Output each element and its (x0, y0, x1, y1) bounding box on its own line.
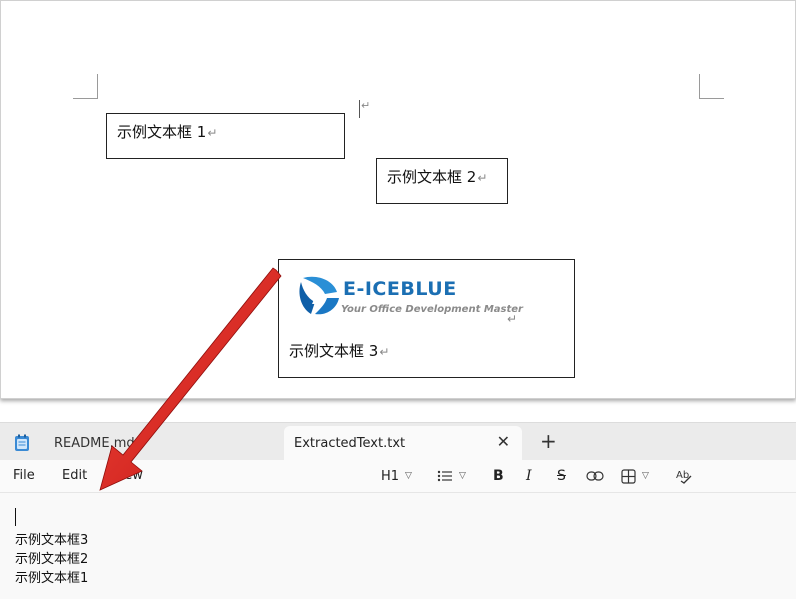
menu-bar: File Edit View H1 ▽ ▽ B I S ▽ Ab (0, 460, 796, 492)
tab-extracted-text[interactable]: ExtractedText.txt ✕ (284, 426, 522, 461)
heading-label: H1 (381, 468, 400, 484)
table-dropdown[interactable]: ▽ (621, 466, 649, 486)
chevron-down-icon: ▽ (642, 471, 649, 481)
paragraph-mark: ↵ (207, 126, 218, 140)
heading-dropdown[interactable]: H1 ▽ (381, 466, 412, 486)
tab-bar: README.md ExtractedText.txt ✕ + (0, 422, 796, 461)
e-iceblue-logo-icon (299, 276, 339, 315)
logo-name: E-ICEBLUE (343, 278, 457, 300)
text-box-2-text: 示例文本框 2 (387, 168, 477, 186)
margin-corner-top-left (73, 74, 98, 99)
editor-line: 示例文本框1 (15, 571, 89, 586)
menu-edit[interactable]: Edit (62, 468, 87, 483)
list-icon (437, 470, 452, 482)
strikethrough-icon: S (557, 468, 566, 484)
tab-extracted-text-label: ExtractedText.txt (294, 436, 406, 451)
margin-corner-top-right (699, 74, 724, 99)
spellcheck-icon: Ab (676, 470, 692, 484)
close-icon[interactable]: ✕ (497, 432, 510, 451)
table-icon (621, 468, 636, 484)
text-box-3-text: 示例文本框 3 (289, 342, 379, 360)
text-box-1[interactable]: 示例文本框 1↵ (106, 113, 345, 159)
text-cursor (359, 100, 360, 118)
notepad-window: README.md ExtractedText.txt ✕ + File Edi… (0, 422, 796, 599)
paragraph-mark: ↵ (361, 99, 371, 112)
italic-icon: I (526, 468, 532, 484)
document-page: ↵ 示例文本框 1↵ 示例文本框 2↵ E-ICEBLUE Your Offic… (0, 0, 796, 399)
text-caret (15, 508, 16, 526)
editor-line: 示例文本框3 (15, 533, 89, 548)
link-icon (586, 471, 604, 481)
add-tab-button[interactable]: + (540, 431, 557, 451)
paragraph-mark: ↵ (507, 312, 518, 326)
italic-button[interactable]: I (526, 466, 532, 486)
menu-file[interactable]: File (13, 468, 35, 483)
editor-line: 示例文本框2 (15, 552, 89, 567)
text-box-1-text: 示例文本框 1 (117, 123, 207, 141)
paragraph-mark: ↵ (379, 345, 390, 359)
list-dropdown[interactable]: ▽ (437, 466, 466, 486)
chevron-down-icon: ▽ (459, 471, 466, 481)
text-box-3[interactable]: E-ICEBLUE Your Office Development Master… (278, 259, 575, 378)
spellcheck-button[interactable]: Ab (675, 466, 693, 486)
chevron-down-icon: ▽ (405, 471, 412, 481)
text-box-2[interactable]: 示例文本框 2↵ (376, 158, 508, 204)
bold-icon: B (493, 468, 504, 484)
paragraph-mark: ↵ (477, 171, 488, 185)
strikethrough-button[interactable]: S (557, 466, 566, 486)
tab-readme[interactable]: README.md (0, 426, 270, 461)
notepad-icon (14, 434, 30, 456)
logo-tagline: Your Office Development Master (341, 304, 523, 315)
menu-view[interactable]: View (112, 468, 143, 483)
link-button[interactable] (586, 466, 604, 486)
tab-readme-label: README.md (54, 436, 135, 451)
bold-button[interactable]: B (493, 466, 504, 486)
e-iceblue-logo: E-ICEBLUE Your Office Development Master (295, 272, 535, 322)
text-editor[interactable]: 示例文本框3 示例文本框2 示例文本框1 (0, 492, 796, 599)
